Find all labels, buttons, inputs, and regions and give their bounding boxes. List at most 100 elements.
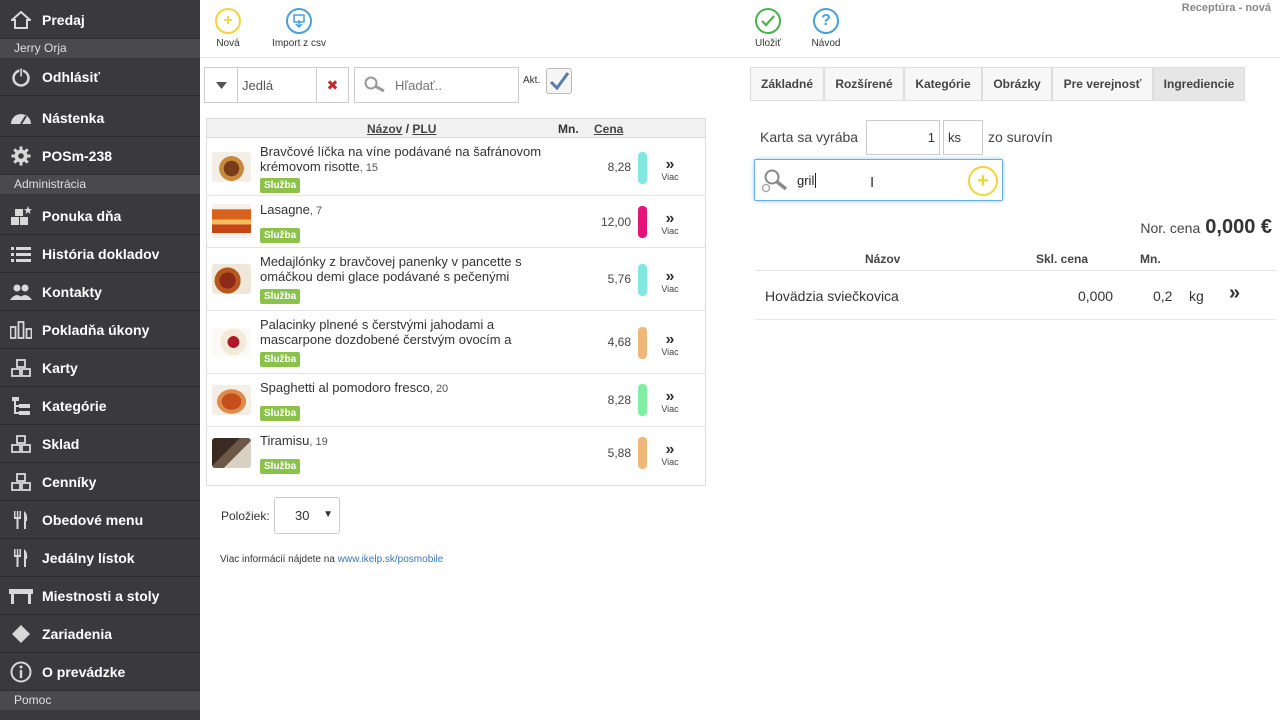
product-name: Medajlónky z bravčovej panenky v pancett… (260, 254, 522, 284)
table-row[interactable]: Palacinky plnené s čerstvými jahodami a … (207, 311, 705, 374)
sidebar-item-cenniky[interactable]: Cenníky (0, 464, 200, 501)
sidebar-item-historia[interactable]: História dokladov (0, 236, 200, 273)
tab-kategorie[interactable]: Kategórie (904, 67, 982, 101)
new-button[interactable]: + Nová (211, 8, 245, 49)
sidebar-item-ponuka-dna[interactable]: Ponuka dňa (0, 198, 200, 235)
product-name: Bravčové líčka na víne podávané na šafrá… (260, 144, 542, 174)
ingredient-qty: 0,2 (1153, 288, 1173, 304)
list-icon (0, 246, 42, 262)
checkmark-icon (549, 72, 570, 91)
tab-obrazky[interactable]: Obrázky (982, 67, 1052, 101)
sidebar-item-o-prevadzke[interactable]: O prevádzke (0, 654, 200, 691)
checkmark-icon (755, 8, 781, 34)
sidebar-item-obedove-menu[interactable]: Obedové menu (0, 502, 200, 539)
sidebar-item-miestnosti[interactable]: Miestnosti a stoly (0, 578, 200, 615)
text-cursor-icon: I (870, 174, 875, 191)
product-price: 12,00 (600, 215, 631, 229)
sidebar-item-device[interactable]: POSm-238 (0, 138, 200, 175)
recipe-qty-input[interactable] (866, 120, 940, 155)
sidebar-item-label: Ponuka dňa (42, 208, 122, 224)
more-button[interactable]: » Viac (657, 331, 683, 358)
double-chevron-right-icon: » (665, 331, 675, 348)
sidebar-item-kontakty[interactable]: Kontakty (0, 274, 200, 311)
page-size-select[interactable]: 30 ▼ (274, 497, 340, 534)
nor-price-value: 0,000 € (1205, 216, 1272, 238)
search-box[interactable] (354, 67, 519, 103)
caret-down-icon[interactable] (205, 68, 238, 102)
header-separator: / (405, 122, 410, 136)
more-button[interactable]: » Viac (657, 211, 683, 237)
import-csv-button[interactable]: Import z csv (268, 8, 330, 49)
search-input[interactable] (395, 77, 510, 93)
table-row[interactable]: Spaghetti al pomodoro fresco, 20 Služba … (207, 374, 705, 427)
page-size-value: 30 (295, 508, 310, 523)
tab-zakladne[interactable]: Základné (750, 67, 824, 101)
ingredient-search-input[interactable]: gril (797, 173, 817, 188)
sidebar-item-logout[interactable]: Odhlásiť (0, 59, 200, 96)
status-badge: Služba (260, 178, 301, 193)
ingredient-price: 0,000 (1078, 288, 1114, 304)
table-row[interactable]: Tiramisu, 19 Služba 5,88 » Viac (207, 427, 705, 480)
import-button-label: Import z csv (272, 38, 326, 49)
table-row[interactable]: Medajlónky z bravčovej panenky v pancett… (207, 248, 705, 311)
blocks-icon (0, 473, 42, 491)
table-row[interactable]: Lasagne, 7 Služba 12,00 » Viac (207, 196, 705, 248)
sidebar-item-predaj[interactable]: Predaj (0, 2, 200, 39)
sidebar-item-pokladna[interactable]: Pokladňa úkony (0, 312, 200, 349)
list-rows: Bravčové líčka na víne podávané na šafrá… (207, 138, 705, 480)
ingredient-name: Hovädzia sviečkovica (765, 288, 899, 304)
double-chevron-right-icon: » (665, 388, 675, 405)
ingredients-header-price: Skl. cena (1036, 252, 1089, 266)
sidebar-item-kategorie[interactable]: Kategórie (0, 388, 200, 425)
guide-button-label: Návod (811, 38, 841, 49)
add-ingredient-button[interactable]: + (968, 166, 998, 196)
new-button-label: Nová (216, 38, 240, 49)
active-checkbox[interactable] (546, 68, 572, 94)
ingredient-row[interactable]: Hovädzia sviečkovica 0,000 0,2 kg » (755, 272, 1276, 320)
more-button[interactable]: » Viac (657, 441, 683, 468)
more-button[interactable]: » Viac (657, 157, 683, 183)
guide-button[interactable]: ? Návod (809, 8, 843, 49)
sidebar-item-label: Cenníky (42, 474, 97, 490)
sidebar-item-karty[interactable]: Karty (0, 350, 200, 387)
sidebar: Predaj Jerry Orja Odhlásiť Nástenka POSm… (0, 0, 200, 720)
double-chevron-right-icon: » (665, 441, 675, 458)
footer-link[interactable]: www.ikelp.sk/posmobile (338, 554, 444, 565)
sidebar-item-label: O prevádzke (42, 664, 126, 680)
category-select[interactable]: Jedlá ✖ (204, 67, 349, 103)
sidebar-item-jedalny-listok[interactable]: Jedálny lístok (0, 540, 200, 577)
ingredients-header-name: Názov (865, 252, 901, 266)
toolbar-divider (200, 57, 1280, 58)
food-thumbnail (212, 152, 251, 182)
save-button[interactable]: Uložiť (752, 8, 784, 49)
footer-info: Viac informácií nájdete na www.ikelp.sk/… (220, 554, 443, 565)
double-chevron-right-icon: » (665, 268, 675, 285)
more-button[interactable]: » Viac (657, 268, 683, 295)
fork-knife-icon (0, 510, 42, 530)
tab-ingrediencie[interactable]: Ingrediencie (1153, 67, 1245, 101)
recipe-unit-field[interactable]: ks (943, 120, 983, 155)
sidebar-item-sklad[interactable]: Sklad (0, 426, 200, 463)
sort-plu-link[interactable]: PLU (412, 122, 436, 136)
table-row[interactable]: Bravčové líčka na víne podávané na šafrá… (207, 138, 705, 196)
sidebar-item-zariadenia[interactable]: Zariadenia (0, 616, 200, 653)
double-chevron-right-icon[interactable]: » (1229, 282, 1240, 305)
fork-knife-icon (0, 548, 42, 568)
product-name: Lasagne, 7 (260, 202, 323, 217)
product-price: 4,68 (607, 335, 631, 349)
product-name: Palacinky plnené s čerstvými jahodami a … (260, 317, 512, 347)
pager-label: Položiek: (221, 509, 270, 523)
product-price: 5,88 (607, 446, 631, 460)
sidebar-item-dashboard[interactable]: Nástenka (0, 100, 200, 137)
tab-rozsirene[interactable]: Rozšírené (824, 67, 904, 101)
sidebar-user-name: Jerry Orja (0, 39, 200, 58)
sort-price-link[interactable]: Cena (594, 122, 623, 136)
more-button[interactable]: » Viac (657, 388, 683, 415)
color-bar (638, 264, 647, 296)
clear-icon[interactable]: ✖ (317, 68, 348, 102)
page-title: Receptúra - nová (1181, 2, 1271, 14)
tab-pre-verejnost[interactable]: Pre verejnosť (1052, 67, 1153, 101)
sort-name-link[interactable]: Názov (367, 122, 402, 136)
ingredient-search-box[interactable]: gril I + (754, 159, 1003, 201)
status-badge: Služba (260, 459, 301, 474)
